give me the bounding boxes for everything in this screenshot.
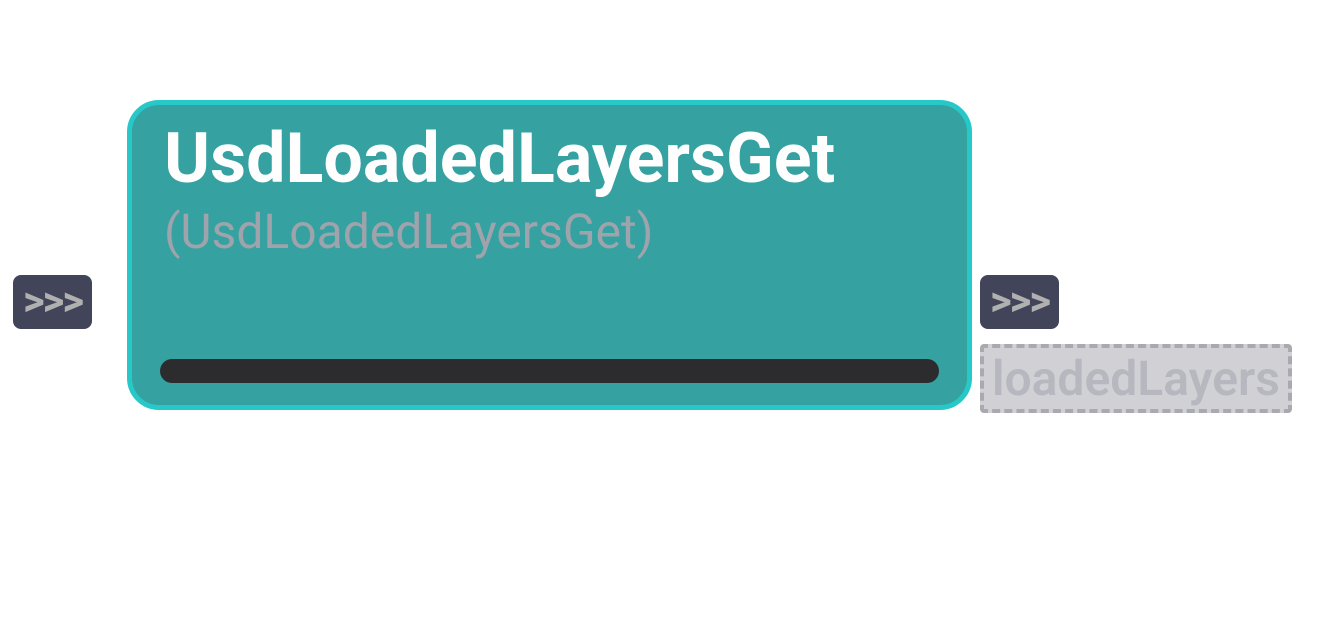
node-graph-canvas[interactable]: >>> UsdLoadedLayersGet (UsdLoadedLayersG… <box>0 0 1339 628</box>
output-port-label-text: loadedLayers <box>992 350 1280 407</box>
output-port-symbol: >>> <box>990 277 1049 326</box>
node-usdloadedlayersget[interactable]: UsdLoadedLayersGet (UsdLoadedLayersGet) <box>127 100 972 410</box>
input-port-symbol: >>> <box>23 277 82 326</box>
node-title: UsdLoadedLayersGet <box>164 123 935 197</box>
input-port-badge[interactable]: >>> <box>13 275 92 329</box>
output-port-label[interactable]: loadedLayers <box>980 344 1292 413</box>
output-port-badge[interactable]: >>> <box>980 275 1059 329</box>
node-footer-bar <box>160 359 939 383</box>
node-subtitle: (UsdLoadedLayersGet) <box>164 203 935 260</box>
